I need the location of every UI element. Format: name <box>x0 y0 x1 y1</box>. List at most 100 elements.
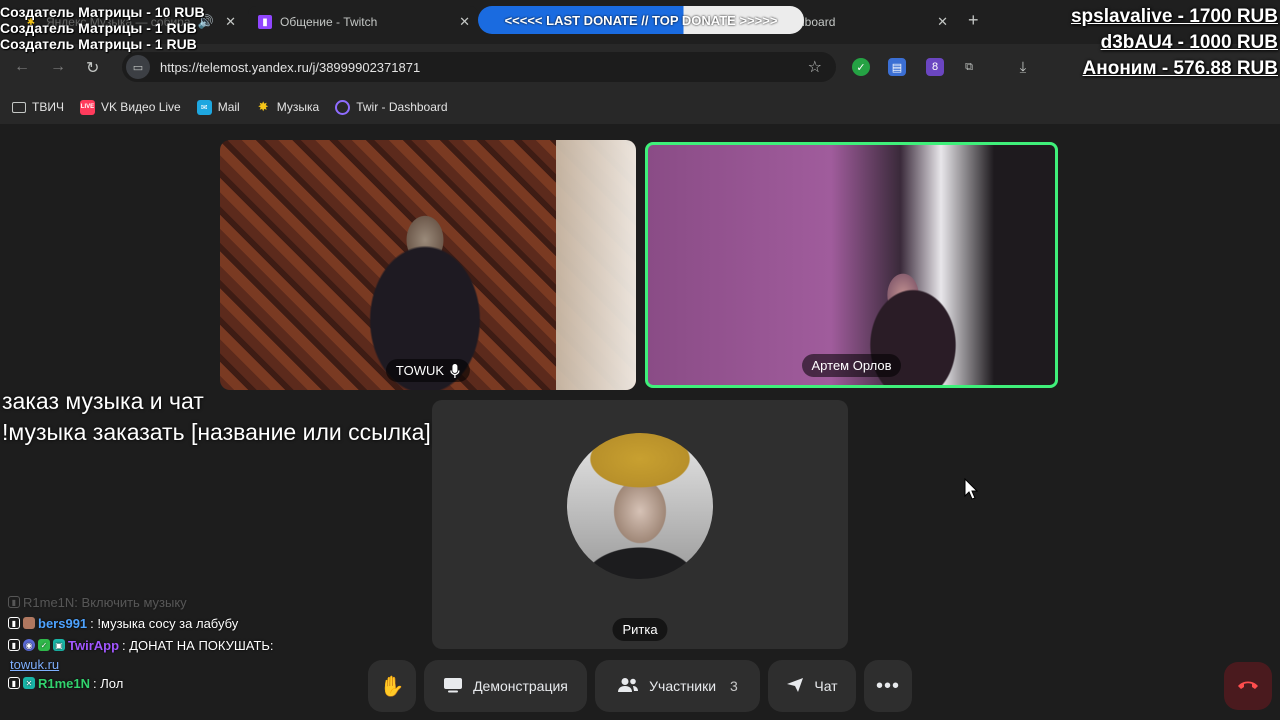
new-tab-icon[interactable]: + <box>968 10 979 31</box>
chat-message-text: : !музыка сосу за лабубу <box>90 615 239 631</box>
mail-icon: ✉ <box>196 99 212 115</box>
chat-link[interactable]: towuk.ru <box>8 657 59 672</box>
top-donation-entry: spslavalive - 1700 RUB <box>1070 6 1278 27</box>
chat-message-text: : Лол <box>93 675 124 691</box>
twir-badge-icon: ◉ <box>23 639 35 651</box>
donate-ticker-text: <<<<< LAST DONATE // TOP DONATE >>>>> <box>504 12 778 28</box>
address-bar[interactable]: ▭ https://telemost.yandex.ru/j/389999023… <box>122 52 836 82</box>
donation-entry: Создатель Матрицы - 1 RUB <box>0 36 197 52</box>
participant-name: TOWUK <box>395 363 445 378</box>
bot-badge-icon: ✕ <box>23 677 35 689</box>
leave-call-button[interactable] <box>1224 662 1272 710</box>
download-icon[interactable]: ⤓ <box>1014 58 1032 76</box>
more-options-button[interactable]: ••• <box>864 660 912 712</box>
reload-icon[interactable]: ↻ <box>86 58 99 78</box>
close-tab-icon[interactable]: ✕ <box>225 14 236 30</box>
chat-message: ▮ R1me1N: Включить музыку <box>8 592 338 612</box>
top-donations-overlay: spslavalive - 1700 RUB d3bAU4 - 1000 RUB… <box>1071 4 1278 82</box>
bookmark-vk-video-live[interactable]: LIVE VK Видео Live <box>79 99 181 115</box>
twir-icon <box>335 99 351 115</box>
participant-name-label: Ритка <box>612 618 668 641</box>
order-note-line: заказ музыка и чат <box>2 388 204 414</box>
participant-name-label: TOWUK <box>385 359 471 382</box>
chat-message: ▮ ✕ R1me1N: Лол <box>8 672 338 694</box>
send-arrow-icon <box>786 677 804 696</box>
raise-hand-icon: ✋ <box>379 675 405 698</box>
bookmark-tvich[interactable]: ТВИЧ <box>12 100 64 114</box>
twitch-badge-icon: ▮ <box>8 596 20 608</box>
tab-twitch[interactable]: ▮ Общение - Twitch ✕ <box>248 6 478 38</box>
chat-username: R1me1N <box>38 675 91 691</box>
screen-share-icon <box>443 677 463 696</box>
twitch-badge-icon: ▮ <box>8 639 20 651</box>
donation-entry: Создатель Матрицы - 1 RUB <box>0 20 197 36</box>
extension-icon[interactable]: ▤ <box>888 58 906 76</box>
bookmark-twir-dashboard[interactable]: Twir - Dashboard <box>335 99 448 115</box>
chat-message-text: R1me1N: Включить музыку <box>23 594 187 610</box>
back-arrow-icon[interactable]: ← <box>14 58 30 76</box>
hang-up-icon <box>1237 678 1259 694</box>
chat-username: TwirApp <box>68 637 120 653</box>
verified-badge-icon: ✓ <box>38 639 50 651</box>
bookmark-label: Twir - Dashboard <box>356 100 448 114</box>
twitch-icon: ▮ <box>258 15 272 29</box>
participants-icon <box>617 677 639 696</box>
bookmark-star-icon[interactable]: ☆ <box>808 57 822 77</box>
bookmark-label: Mail <box>217 100 240 114</box>
participant-name: Ритка <box>622 622 658 637</box>
bookmark-label: ТВИЧ <box>32 100 64 114</box>
close-tab-icon[interactable]: ✕ <box>459 14 470 30</box>
more-dots-icon: ••• <box>875 674 900 697</box>
chat-message: ▮ ◉ ✓ ▣ TwirApp: ДОНАТ НА ПОКУШАТЬ: <box>8 634 338 656</box>
donate-ticker-bar: <<<<< LAST DONATE // TOP DONATE >>>>> <box>478 6 804 34</box>
bookmark-label: VK Видео Live <box>100 100 181 114</box>
donation-entry: Создатель Матрицы - 10 RUB <box>0 4 205 20</box>
participants-label: Участники <box>649 678 717 694</box>
puzzle-extensions-icon[interactable]: ⧉ <box>960 58 978 76</box>
participant-name-label: Артем Орлов <box>801 354 902 377</box>
screen-share-button[interactable]: Демонстрация <box>424 660 587 712</box>
video-tile-ritka[interactable]: Ритка <box>432 400 848 649</box>
chat-message-text: : ДОНАТ НА ПОКУШАТЬ: <box>122 637 274 653</box>
tab-title: Общение - Twitch <box>280 15 378 29</box>
shield-extension-icon[interactable]: ✓ <box>852 58 870 76</box>
bookmarks-bar: ТВИЧ LIVE VK Видео Live ✉ Mail ✸ Музыка … <box>0 90 1280 124</box>
site-info-icon[interactable]: ▭ <box>126 55 150 79</box>
bot-badge-icon: ▣ <box>53 639 65 651</box>
music-sun-icon: ✸ <box>257 99 269 114</box>
twitch-badge-icon: ▮ <box>8 617 20 629</box>
screen-share-label: Демонстрация <box>473 678 568 694</box>
user-avatar-badge-icon <box>23 617 35 629</box>
bookmark-label: Музыка <box>276 100 320 114</box>
avatar <box>567 433 713 579</box>
microphone-icon <box>450 363 460 378</box>
raise-hand-button[interactable]: ✋ <box>368 660 416 712</box>
url-text: https://telemost.yandex.ru/j/38999902371… <box>160 59 421 75</box>
window-curtain <box>556 140 636 390</box>
twitch-badge-icon: ▮ <box>8 677 20 689</box>
bookmark-mail[interactable]: ✉ Mail <box>196 99 240 115</box>
participants-count: 3 <box>730 678 738 694</box>
chat-button[interactable]: Чат <box>768 660 856 712</box>
chat-label: Чат <box>814 678 838 694</box>
mouse-cursor-icon <box>964 478 978 500</box>
stream-chat-overlay: ▮ R1me1N: Включить музыку ▮ bers991: !му… <box>8 592 338 694</box>
vk-live-icon: LIVE <box>79 99 95 115</box>
chat-message: ▮ bers991: !музыка сосу за лабубу <box>8 612 338 634</box>
forward-arrow-icon[interactable]: → <box>50 58 66 76</box>
recent-donations-overlay: Создатель Матрицы - 10 RUB Создатель Мат… <box>0 4 205 52</box>
order-note-line: !музыка заказать [название или ссылка] <box>2 419 431 445</box>
music-order-instructions: заказ музыка и чат !музыка заказать [наз… <box>2 386 431 448</box>
bookmark-music[interactable]: ✸ Музыка <box>256 99 320 115</box>
chat-message-continuation: towuk.ru <box>8 656 338 672</box>
top-donation-entry: Аноним - 576.88 RUB <box>1082 58 1278 79</box>
participant-name: Артем Орлов <box>811 358 892 373</box>
participants-button[interactable]: Участники 3 <box>595 660 760 712</box>
chat-username: bers991 <box>38 615 88 631</box>
video-tile-towuk[interactable]: TOWUK <box>220 140 636 390</box>
extension-badge-icon[interactable]: 8 <box>926 58 944 76</box>
top-donation-entry: d3bAU4 - 1000 RUB <box>1100 32 1278 53</box>
video-tile-artem-orlov[interactable]: Артем Орлов <box>645 142 1058 388</box>
close-tab-icon[interactable]: ✕ <box>937 14 948 30</box>
extension-badge-count: 8 <box>931 61 939 73</box>
